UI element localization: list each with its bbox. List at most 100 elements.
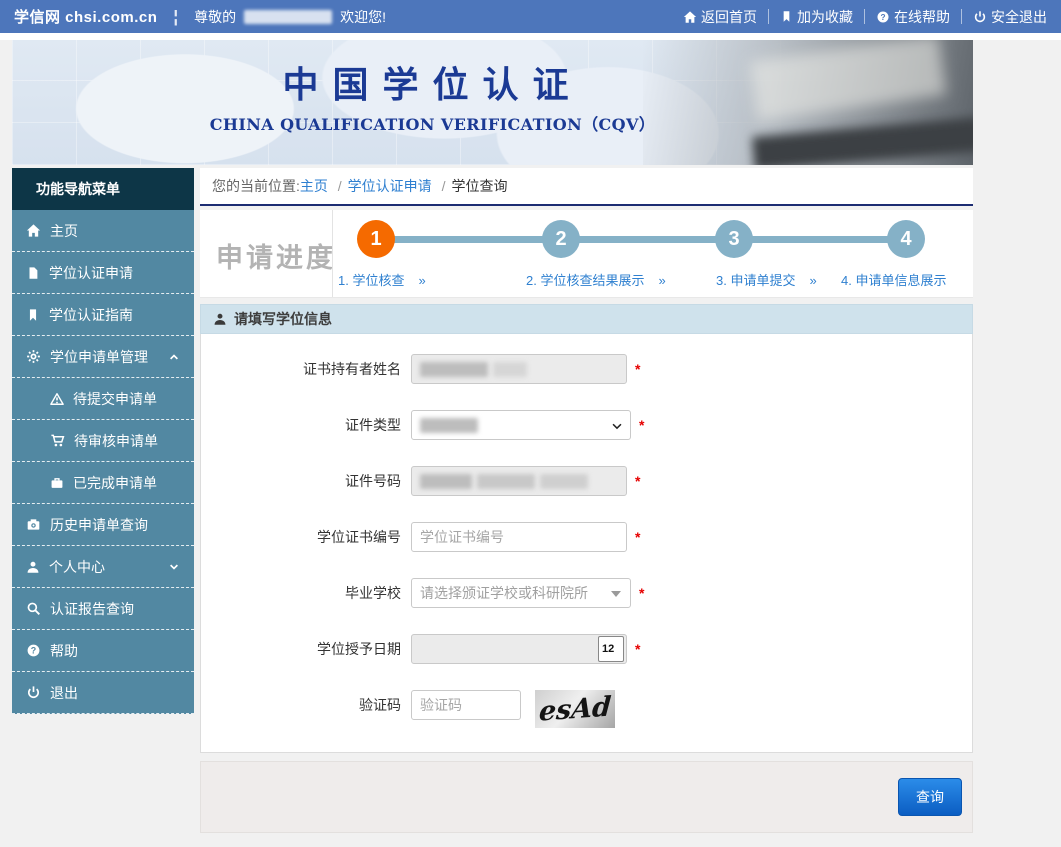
masked-value xyxy=(540,474,588,489)
masked-value xyxy=(420,418,478,433)
svg-text:?: ? xyxy=(31,646,36,656)
sidebar-item-application-manage[interactable]: 学位申请单管理 xyxy=(12,336,194,378)
svg-text:?: ? xyxy=(880,11,885,21)
greeting-suffix: 欢迎您! xyxy=(340,7,386,27)
sidebar-item-label: 主页 xyxy=(50,221,78,241)
breadcrumb-link-apply[interactable]: 学位认证申请 xyxy=(348,178,432,194)
sidebar-item-help[interactable]: ? 帮助 xyxy=(12,630,194,672)
question-icon: ? xyxy=(26,643,41,658)
sidebar-item-exit[interactable]: 退出 xyxy=(12,672,194,714)
form-row-cert-no: 学位证书编号 * xyxy=(201,522,972,578)
form-footer: 查询 xyxy=(200,761,973,833)
id-type-select[interactable] xyxy=(411,410,631,440)
step-circle-3: 3 xyxy=(715,220,753,258)
add-favorite-link[interactable]: 加为收藏 xyxy=(780,7,853,27)
cart-icon xyxy=(50,433,65,448)
sidebar-item-label: 学位认证指南 xyxy=(49,305,133,325)
form-section-header: 请填写学位信息 xyxy=(200,304,973,334)
breadcrumb-link-home[interactable]: 主页 xyxy=(300,178,328,194)
power-icon xyxy=(973,10,987,24)
sidebar-item-label: 已完成申请单 xyxy=(73,473,157,493)
progress-steps: 1 2 3 4 1. 学位核查» 2. 学位核查结果展示» 3. 申请单提交» … xyxy=(332,210,965,297)
sidebar-item-degree-guide[interactable]: 学位认证指南 xyxy=(12,294,194,336)
main: 功能导航菜单 主页 学位认证申请 学位认证指南 学位申请单管理 待提交申请单 xyxy=(12,168,973,833)
camera-icon xyxy=(26,517,41,532)
step-label-text: 4. 申请单信息展示 xyxy=(841,273,946,288)
sidebar-item-home[interactable]: 主页 xyxy=(12,210,194,252)
topbar-links: 返回首页 加为收藏 ? 在线帮助 安全退出 xyxy=(683,7,1047,27)
breadcrumb-separator: / xyxy=(338,178,342,194)
logout-link[interactable]: 安全退出 xyxy=(973,7,1047,27)
home-link-label: 返回首页 xyxy=(701,7,757,27)
greeting-prefix: 尊敬的 xyxy=(194,7,236,27)
form-row-id-number: 证件号码 * xyxy=(201,466,972,522)
required-asterisk: * xyxy=(635,354,640,384)
award-date-field[interactable]: 12 xyxy=(411,634,627,664)
sidebar-item-personal-center[interactable]: 个人中心 xyxy=(12,546,194,588)
sidebar-item-label: 个人中心 xyxy=(49,557,105,577)
field-label: 证件类型 xyxy=(201,410,401,466)
search-icon xyxy=(26,601,41,616)
field-label: 毕业学校 xyxy=(201,578,401,634)
form-row-id-type: 证件类型 * xyxy=(201,410,972,466)
masked-username xyxy=(244,10,332,24)
topbar: 学信网 chsi.com.cn ¦ 尊敬的 欢迎您! 返回首页 加为收藏 ? 在… xyxy=(0,0,1061,33)
step-label-text: 2. 学位核查结果展示 xyxy=(526,273,644,288)
field-label: 验证码 xyxy=(201,690,401,740)
add-favorite-label: 加为收藏 xyxy=(797,7,853,27)
step-arrow: » xyxy=(809,273,816,288)
site-logo[interactable]: 学信网 chsi.com.cn xyxy=(14,6,157,27)
breadcrumb-prefix: 您的当前位置: xyxy=(212,178,300,194)
school-select[interactable]: 请选择颁证学校或科研院所 xyxy=(411,578,631,608)
home-link[interactable]: 返回首页 xyxy=(683,7,757,27)
content: 您的当前位置:主页 /学位认证申请 /学位查询 申请进度 1 2 3 4 1. … xyxy=(200,168,973,833)
dropdown-triangle-icon xyxy=(611,591,621,597)
sidebar-item-pending-submit[interactable]: 待提交申请单 xyxy=(12,378,194,420)
banner-title-cn: 中国学位认证 xyxy=(12,56,853,108)
question-icon: ? xyxy=(876,10,890,24)
sidebar-item-history-query[interactable]: 历史申请单查询 xyxy=(12,504,194,546)
banner: 中国学位认证 CHINA QUALIFICATION VERIFICATION（… xyxy=(12,40,973,165)
greeting: 尊敬的 欢迎您! xyxy=(194,7,386,27)
home-icon xyxy=(26,223,41,238)
step-label-text: 3. 申请单提交 xyxy=(716,273,795,288)
step-label-1: 1. 学位核查» xyxy=(338,270,426,289)
sidebar-item-degree-apply[interactable]: 学位认证申请 xyxy=(12,252,194,294)
sidebar-item-completed[interactable]: 已完成申请单 xyxy=(12,462,194,504)
home-icon xyxy=(683,10,697,24)
sidebar-item-pending-review[interactable]: 待审核申请单 xyxy=(12,420,194,462)
topbar-separator xyxy=(768,9,769,24)
step-circle-2: 2 xyxy=(542,220,580,258)
required-asterisk: * xyxy=(635,634,640,664)
cert-no-input[interactable] xyxy=(411,522,627,552)
step-label-3: 3. 申请单提交 » xyxy=(716,270,817,289)
progress-connector xyxy=(376,236,906,243)
query-button[interactable]: 查询 xyxy=(898,778,962,816)
topbar-divider: ¦ xyxy=(173,7,178,27)
captcha-image[interactable]: esAd xyxy=(535,690,615,728)
gear-icon xyxy=(26,349,41,364)
breadcrumb: 您的当前位置:主页 /学位认证申请 /学位查询 xyxy=(200,168,973,206)
breadcrumb-current: 学位查询 xyxy=(451,178,507,194)
sidebar-item-label: 退出 xyxy=(50,683,78,703)
topbar-separator xyxy=(864,9,865,24)
sidebar-item-label: 学位申请单管理 xyxy=(50,347,148,367)
user-icon xyxy=(213,312,227,326)
masked-value xyxy=(477,474,535,489)
chevron-down-icon xyxy=(610,419,624,433)
captcha-text: esAd xyxy=(538,691,612,727)
masked-value xyxy=(493,362,527,377)
degree-form: 证书持有者姓名 * 证件类型 xyxy=(200,334,973,753)
power-icon xyxy=(26,685,41,700)
briefcase-icon xyxy=(50,476,64,490)
topbar-separator xyxy=(961,9,962,24)
step-circle-1: 1 xyxy=(357,220,395,258)
field-label: 证件号码 xyxy=(201,466,401,522)
calendar-button[interactable]: 12 xyxy=(598,636,624,662)
calendar-day: 12 xyxy=(602,643,614,655)
field-label: 学位证书编号 xyxy=(201,522,401,578)
sidebar-item-label: 待审核申请单 xyxy=(74,431,158,451)
online-help-link[interactable]: ? 在线帮助 xyxy=(876,7,950,27)
sidebar-item-report-query[interactable]: 认证报告查询 xyxy=(12,588,194,630)
captcha-input[interactable] xyxy=(411,690,521,720)
